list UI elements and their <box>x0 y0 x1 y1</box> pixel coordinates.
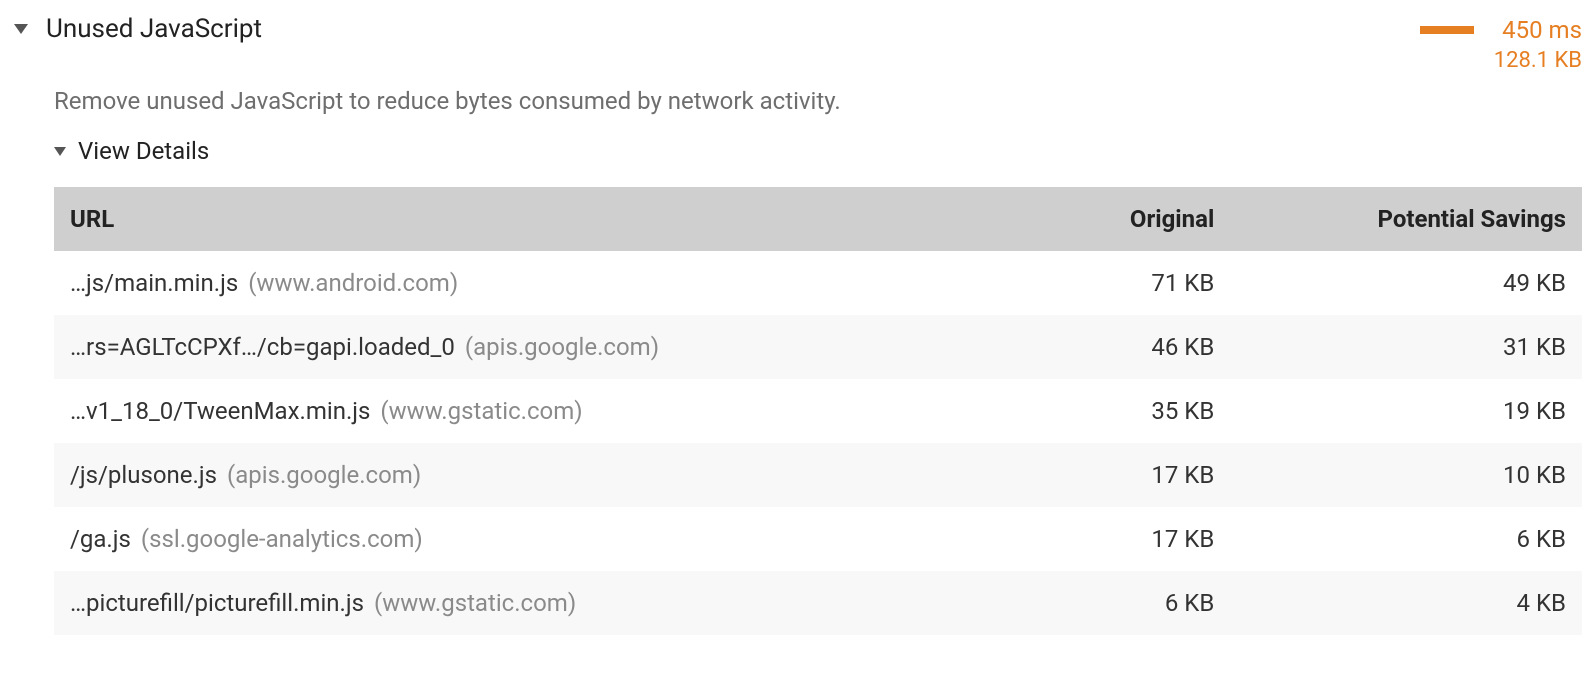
cell-url[interactable]: /js/plusone.js(apis.google.com) <box>54 443 1045 507</box>
cell-url[interactable]: …rs=AGLTcCPXf…/cb=gapi.loaded_0(apis.goo… <box>54 315 1045 379</box>
cell-original: 46 KB <box>1045 315 1231 379</box>
table-row: …picturefill/picturefill.min.js(www.gsta… <box>54 571 1582 635</box>
chevron-down-icon <box>54 147 66 156</box>
view-details-label: View Details <box>78 137 209 165</box>
details-table: URL Original Potential Savings …js/main.… <box>54 187 1582 635</box>
table-row: …js/main.min.js(www.android.com) 71 KB 4… <box>54 251 1582 315</box>
cell-savings: 6 KB <box>1230 507 1582 571</box>
audit-header: Unused JavaScript 450 ms 128.1 KB <box>14 10 1582 87</box>
cell-original: 6 KB <box>1045 571 1231 635</box>
cell-savings: 49 KB <box>1230 251 1582 315</box>
savings-time-row: 450 ms <box>1420 16 1582 44</box>
audit-title: Unused JavaScript <box>46 14 262 44</box>
savings-bar-icon <box>1420 26 1474 34</box>
table-row: …rs=AGLTcCPXf…/cb=gapi.loaded_0(apis.goo… <box>54 315 1582 379</box>
audit-details: View Details URL Original Potential Savi… <box>14 137 1582 635</box>
cell-savings: 10 KB <box>1230 443 1582 507</box>
view-details-toggle[interactable]: View Details <box>54 137 1582 187</box>
cell-url[interactable]: …v1_18_0/TweenMax.min.js(www.gstatic.com… <box>54 379 1045 443</box>
cell-savings: 31 KB <box>1230 315 1582 379</box>
table-header-row: URL Original Potential Savings <box>54 187 1582 251</box>
col-original[interactable]: Original <box>1045 187 1231 251</box>
col-url[interactable]: URL <box>54 187 1045 251</box>
cell-url[interactable]: …js/main.min.js(www.android.com) <box>54 251 1045 315</box>
cell-original: 17 KB <box>1045 507 1231 571</box>
cell-url[interactable]: /ga.js(ssl.google-analytics.com) <box>54 507 1045 571</box>
cell-savings: 19 KB <box>1230 379 1582 443</box>
cell-savings: 4 KB <box>1230 571 1582 635</box>
audit-toggle[interactable]: Unused JavaScript <box>14 14 262 44</box>
table-row: /js/plusone.js(apis.google.com) 17 KB 10… <box>54 443 1582 507</box>
savings-time: 450 ms <box>1502 16 1582 44</box>
cell-url[interactable]: …picturefill/picturefill.min.js(www.gsta… <box>54 571 1045 635</box>
cell-original: 17 KB <box>1045 443 1231 507</box>
chevron-down-icon <box>14 24 28 34</box>
audit-description: Remove unused JavaScript to reduce bytes… <box>14 87 1582 137</box>
audit-savings-summary: 450 ms 128.1 KB <box>1420 14 1582 73</box>
savings-size: 128.1 KB <box>1494 48 1582 73</box>
table-row: …v1_18_0/TweenMax.min.js(www.gstatic.com… <box>54 379 1582 443</box>
table-row: /ga.js(ssl.google-analytics.com) 17 KB 6… <box>54 507 1582 571</box>
cell-original: 71 KB <box>1045 251 1231 315</box>
col-savings[interactable]: Potential Savings <box>1230 187 1582 251</box>
cell-original: 35 KB <box>1045 379 1231 443</box>
